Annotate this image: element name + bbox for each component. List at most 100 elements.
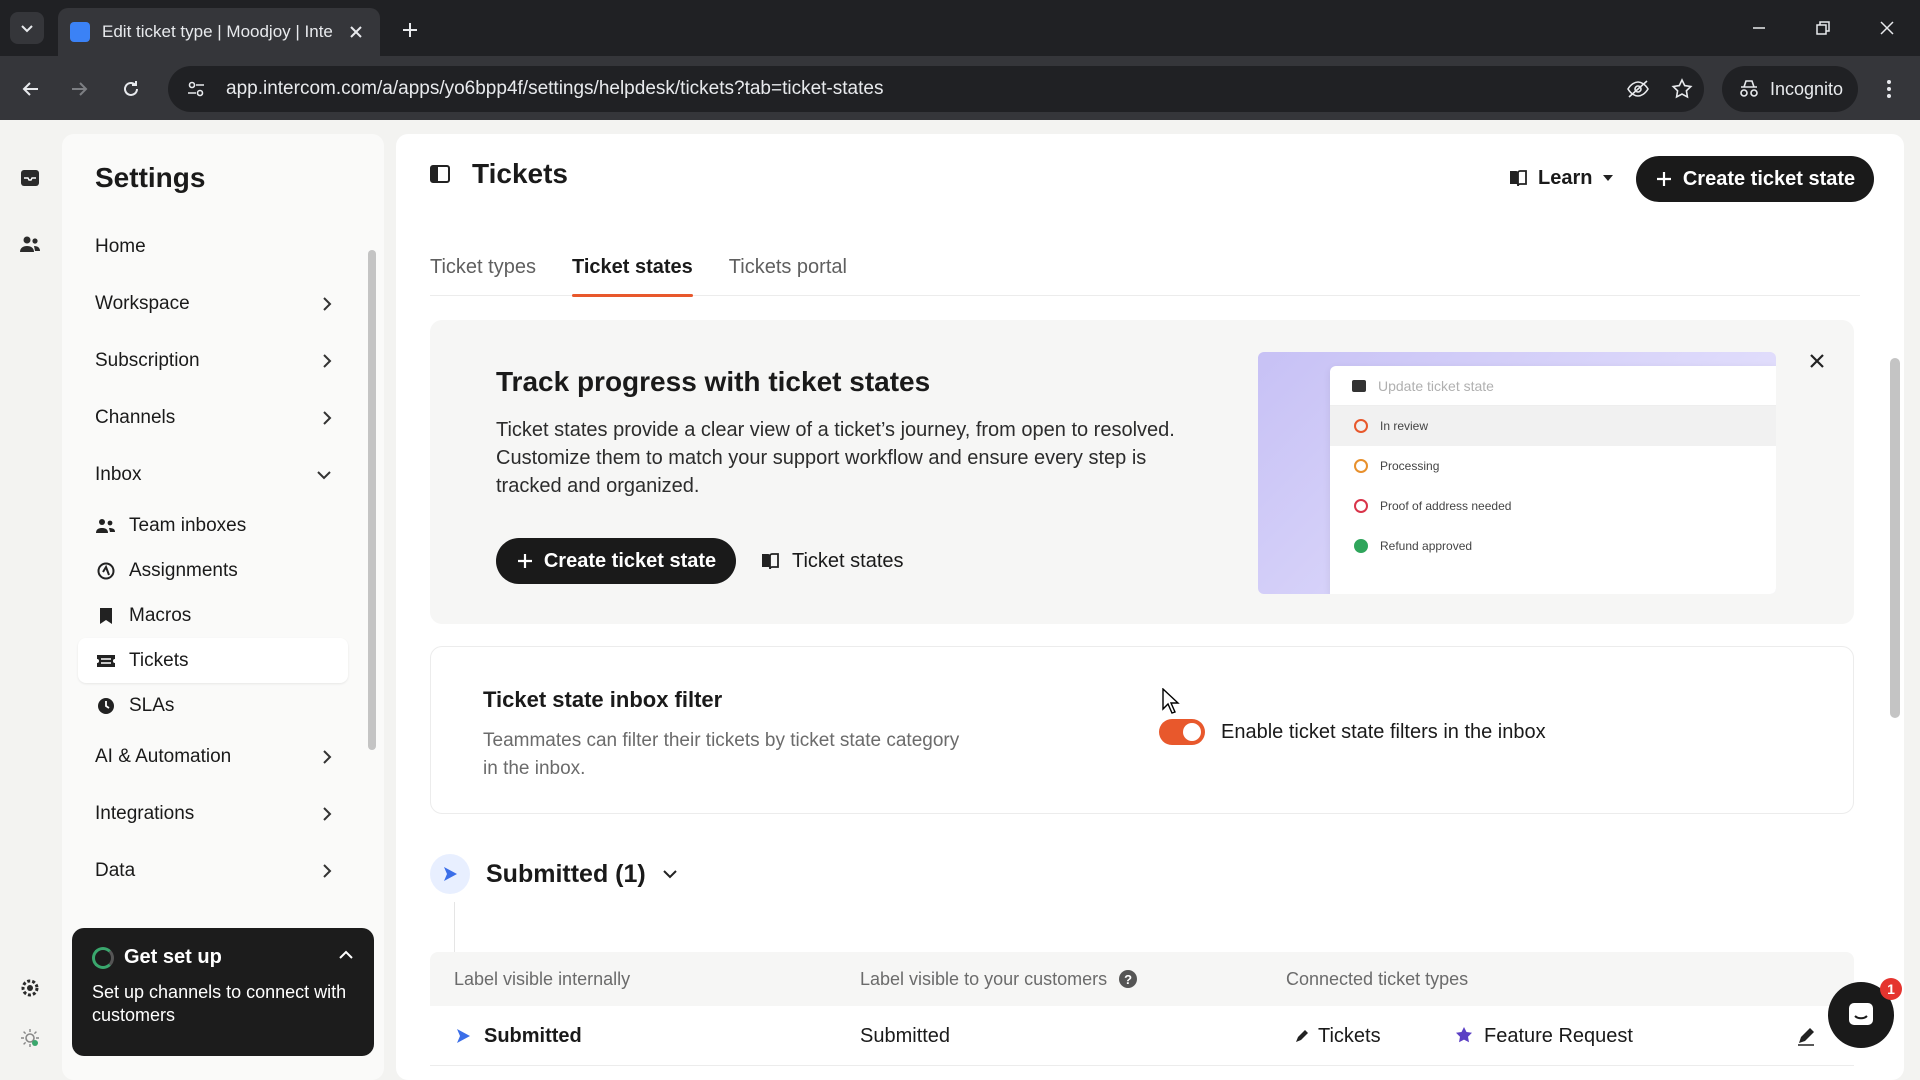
pencil-icon xyxy=(1296,1030,1308,1042)
window-close-button[interactable] xyxy=(1864,10,1910,46)
chevron-down-icon xyxy=(317,470,331,479)
site-info-icon[interactable] xyxy=(174,66,218,112)
tickets-tabs: Ticket types Ticket states Tickets porta… xyxy=(430,238,1860,297)
illustration-card: Update ticket state In review Processing… xyxy=(1330,366,1776,594)
inbox-rail-button[interactable] xyxy=(14,162,46,194)
sidebar-item-assignments[interactable]: Assignments xyxy=(78,548,348,593)
reload-icon xyxy=(124,81,138,96)
promo-close-button[interactable] xyxy=(1800,344,1834,378)
main-scrollbar[interactable] xyxy=(1890,358,1900,718)
column-header-customers: Label visible to your customers ? xyxy=(860,968,1138,990)
messenger-badge: 1 xyxy=(1880,978,1902,1000)
reload-button[interactable] xyxy=(114,72,148,106)
nav-item-ai-automation[interactable]: AI & Automation xyxy=(78,728,348,785)
ticket-states-docs-link[interactable]: Ticket states xyxy=(760,538,904,584)
nav-item-channels[interactable]: Channels xyxy=(78,389,348,446)
sidebar-item-team-inboxes[interactable]: Team inboxes xyxy=(78,503,348,548)
nav-item-label: Channels xyxy=(95,406,176,428)
sidebar-item-slas[interactable]: SLAs xyxy=(78,683,348,728)
arrow-right-icon xyxy=(72,82,88,96)
sidebar-item-label: SLAs xyxy=(129,694,175,716)
nav-item-home[interactable]: Home xyxy=(78,218,348,275)
minimize-button[interactable] xyxy=(1736,10,1782,46)
book-icon xyxy=(762,553,779,570)
promo-description: Ticket states provide a clear view of a … xyxy=(496,419,1175,497)
plus-icon xyxy=(517,554,532,568)
table-header: Label visible internally Label visible t… xyxy=(430,952,1854,1006)
arrow-left-icon xyxy=(22,82,38,96)
help-icon[interactable]: ? xyxy=(1119,970,1138,988)
create-ticket-state-button[interactable]: Create ticket state xyxy=(1636,156,1874,202)
contacts-rail-button[interactable] xyxy=(14,228,46,260)
promo-create-label: Create ticket state xyxy=(543,549,717,572)
connected-type-tickets[interactable]: Tickets xyxy=(1294,1006,1381,1066)
chevron-up-icon[interactable] xyxy=(338,950,354,960)
nav-item-label: Workspace xyxy=(95,292,190,314)
inbox-icon xyxy=(21,170,39,186)
nav-item-inbox[interactable]: Inbox xyxy=(78,446,348,503)
incognito-icon xyxy=(1740,80,1758,97)
nav-item-label: Subscription xyxy=(95,349,200,371)
nav-item-data[interactable]: Data xyxy=(78,842,348,899)
tab-ticket-types[interactable]: Ticket types xyxy=(430,238,536,296)
sidebar-item-label: Macros xyxy=(129,604,192,626)
tab-ticket-states[interactable]: Ticket states xyxy=(571,238,693,297)
nav-item-workspace[interactable]: Workspace xyxy=(78,275,348,332)
settings-scrollbar[interactable] xyxy=(368,250,376,750)
intercom-app: Settings Home Workspace Subscription Cha… xyxy=(0,120,1920,1080)
sidebar-item-label: Assignments xyxy=(129,559,238,581)
nav-item-label: Home xyxy=(95,235,146,257)
column-header-connected: Connected ticket types xyxy=(1286,968,1469,989)
settings-rail-button[interactable] xyxy=(14,972,46,1004)
create-ticket-state-label: Create ticket state xyxy=(1682,167,1856,190)
sidebar-toggle-icon[interactable] xyxy=(430,165,450,183)
tab-search-button[interactable] xyxy=(10,12,44,44)
sidebar-item-label: Team inboxes xyxy=(129,514,247,536)
column-header-internal: Label visible internally xyxy=(454,968,631,989)
progress-ring-icon xyxy=(92,946,114,969)
nav-item-subscription[interactable]: Subscription xyxy=(78,332,348,389)
table-row[interactable]: Submitted Submitted Tickets Feature Requ… xyxy=(430,1006,1854,1066)
tab-tickets-portal[interactable]: Tickets portal xyxy=(729,238,847,296)
back-button[interactable] xyxy=(14,72,48,106)
column-header-customers-label: Label visible to your customers xyxy=(860,968,1108,989)
illustration-state-label: Processing xyxy=(1380,459,1440,473)
learn-dropdown[interactable]: Learn xyxy=(1494,156,1628,200)
submitted-group-header[interactable]: Submitted (1) xyxy=(430,854,678,894)
sidebar-item-macros[interactable]: Macros xyxy=(78,593,348,638)
bookmark-star-icon[interactable] xyxy=(1660,66,1704,112)
state-dot-icon xyxy=(1354,459,1368,473)
restore-button[interactable] xyxy=(1800,10,1846,46)
tab-close-icon[interactable] xyxy=(344,20,368,44)
browser-menu-button[interactable] xyxy=(1872,72,1906,106)
status-rail-icon[interactable] xyxy=(18,1026,42,1050)
nav-item-label: Integrations xyxy=(95,802,195,824)
connected-type-feature-request[interactable]: Feature Request xyxy=(1454,1006,1633,1066)
chevron-down-icon xyxy=(663,870,677,879)
enable-filters-toggle[interactable] xyxy=(1159,719,1205,745)
forward-button[interactable] xyxy=(62,72,96,106)
nav-item-label: Inbox xyxy=(95,463,142,485)
illustration-state-label: Proof of address needed xyxy=(1380,499,1512,513)
state-dot-icon xyxy=(1354,499,1368,513)
promo-create-ticket-state-button[interactable]: Create ticket state xyxy=(496,538,736,584)
get-set-up-title: Get set up xyxy=(124,946,222,968)
chevron-right-icon xyxy=(323,863,332,878)
incognito-indicator[interactable]: Incognito xyxy=(1722,66,1858,112)
chevron-right-icon xyxy=(323,353,332,368)
settings-nav: Home Workspace Subscription Channels Inb… xyxy=(78,218,348,899)
sidebar-item-tickets[interactable]: Tickets xyxy=(78,638,348,683)
omnibox[interactable]: app.intercom.com/a/apps/yo6bpp4f/setting… xyxy=(168,66,1704,112)
nav-item-integrations[interactable]: Integrations xyxy=(78,785,348,842)
group-title: Submitted (1) xyxy=(486,859,646,888)
get-set-up-card[interactable]: Get set up Set up channels to connect wi… xyxy=(72,928,374,1056)
state-dot-icon xyxy=(1354,419,1368,433)
edit-state-button[interactable] xyxy=(1790,1020,1822,1052)
new-tab-button[interactable] xyxy=(394,14,426,46)
browser-tab-active[interactable]: Edit ticket type | Moodjoy | Inte xyxy=(58,8,380,56)
illustration-state-row: Refund approved xyxy=(1330,526,1776,566)
plus-icon xyxy=(1656,172,1671,186)
tracking-protection-icon[interactable] xyxy=(1616,66,1660,112)
nav-item-label: Data xyxy=(95,859,136,881)
row-customer-label: Submitted xyxy=(860,1024,951,1047)
